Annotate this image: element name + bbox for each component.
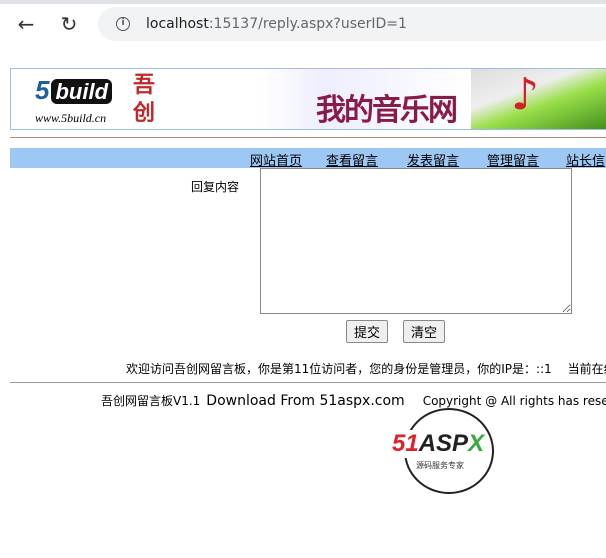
logo-green: X <box>468 430 485 457</box>
logo-wordmark: 51ASPX <box>390 430 487 458</box>
back-button[interactable]: ← <box>14 12 38 36</box>
music-note-image: ♪ <box>471 69 606 129</box>
logo-word: build <box>51 79 113 104</box>
divider <box>10 137 606 138</box>
nav-manage-messages[interactable]: 管理留言 <box>487 150 539 169</box>
nav-view-messages[interactable]: 查看留言 <box>326 150 378 169</box>
logo-red: 51 <box>392 430 419 457</box>
submit-button[interactable]: 提交 <box>346 320 389 343</box>
tab-strip-edge <box>0 0 606 4</box>
url-path: :15137/reply.aspx?userID=1 <box>208 16 407 32</box>
site-banner: 5 build www.5build.cn 吾创 我的音乐网 ♪ <box>10 68 606 130</box>
logo-number: 5 <box>35 75 50 105</box>
reply-content-input[interactable] <box>260 168 572 314</box>
divider <box>10 382 606 383</box>
footer-copyright: Copyright @ All rights has reserved <box>422 394 606 408</box>
footer-version: 吾创网留言板V1.1 <box>101 394 201 408</box>
reply-content-label: 回复内容 <box>191 180 240 194</box>
logo-url: www.5build.cn <box>35 111 107 125</box>
site-logo: 5 build <box>33 75 113 106</box>
reload-button[interactable]: ↻ <box>57 12 81 36</box>
51aspx-logo: 51ASPX 源码服务专家 <box>390 408 510 494</box>
footer-download: Download From 51aspx.com <box>206 393 405 409</box>
logo-dark: ASP <box>418 430 469 457</box>
url-host: localhost <box>146 16 209 32</box>
music-note-icon: ♪ <box>511 69 540 120</box>
music-title: 我的音乐网 <box>316 93 458 128</box>
nav-post-message[interactable]: 发表留言 <box>407 150 459 169</box>
logo-subtitle: 源码服务专家 <box>416 460 464 471</box>
page-content: 5 build www.5build.cn 吾创 我的音乐网 ♪ 网站首页 查看留… <box>0 46 606 558</box>
footer: 吾创网留言板V1.1 Download From 51aspx.com Copyri… <box>101 392 606 409</box>
welcome-text: 欢迎访问吾创网留言板，你是第11位访问者，您的身份是管理员，你的IP是：::1 … <box>126 362 606 376</box>
nav-bar: 网站首页 查看留言 发表留言 管理留言 站长信 <box>10 148 606 169</box>
address-bar[interactable]: i localhost:15137/reply.aspx?userID=1 <box>98 7 606 41</box>
nav-home[interactable]: 网站首页 <box>250 150 302 169</box>
logo-chinese: 吾创 <box>133 72 156 126</box>
browser-toolbar: ← ↻ i localhost:15137/reply.aspx?userID=… <box>0 0 606 46</box>
music-banner: 我的音乐网 <box>261 69 471 129</box>
info-icon[interactable]: i <box>116 17 130 31</box>
clear-button[interactable]: 清空 <box>403 320 446 343</box>
nav-admin-info[interactable]: 站长信 <box>566 150 605 169</box>
